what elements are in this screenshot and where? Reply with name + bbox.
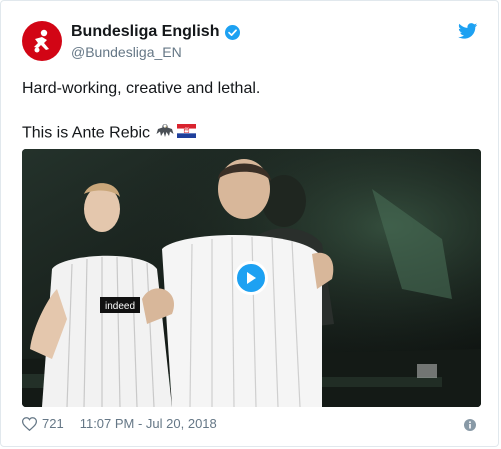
tweet-timestamp[interactable]: 11:07 PM - Jul 20, 2018: [80, 416, 217, 431]
croatia-flag-icon: [177, 123, 197, 145]
verified-badge-icon: [225, 24, 241, 40]
svg-text:indeed: indeed: [105, 301, 135, 312]
info-icon[interactable]: [464, 419, 476, 431]
play-button[interactable]: [234, 261, 268, 295]
avatar[interactable]: [22, 21, 62, 61]
account-name-row[interactable]: Bundesliga English: [71, 23, 241, 41]
tweet-text: Hard-working, creative and lethal. This …: [22, 78, 482, 145]
eagle-icon: [156, 122, 174, 145]
tweet-card: Bundesliga English @Bundesliga_EN Hard-w…: [0, 0, 499, 447]
heart-icon[interactable]: [22, 416, 37, 431]
tweet-line-2: This is Ante Rebic: [22, 122, 482, 145]
tweet-footer: 721 11:07 PM - Jul 20, 2018: [22, 416, 217, 431]
tweet-line-1: Hard-working, creative and lethal.: [22, 80, 261, 97]
display-name[interactable]: Bundesliga English: [71, 23, 219, 41]
account-handle[interactable]: @Bundesliga_EN: [71, 44, 182, 60]
like-count: 721: [42, 416, 64, 431]
video-player[interactable]: indeed: [22, 149, 481, 407]
play-icon: [247, 272, 256, 284]
tweet-line-2-text: This is Ante Rebic: [22, 124, 151, 142]
bundesliga-logo-icon: [34, 29, 49, 53]
twitter-bird-icon[interactable]: [458, 23, 478, 39]
